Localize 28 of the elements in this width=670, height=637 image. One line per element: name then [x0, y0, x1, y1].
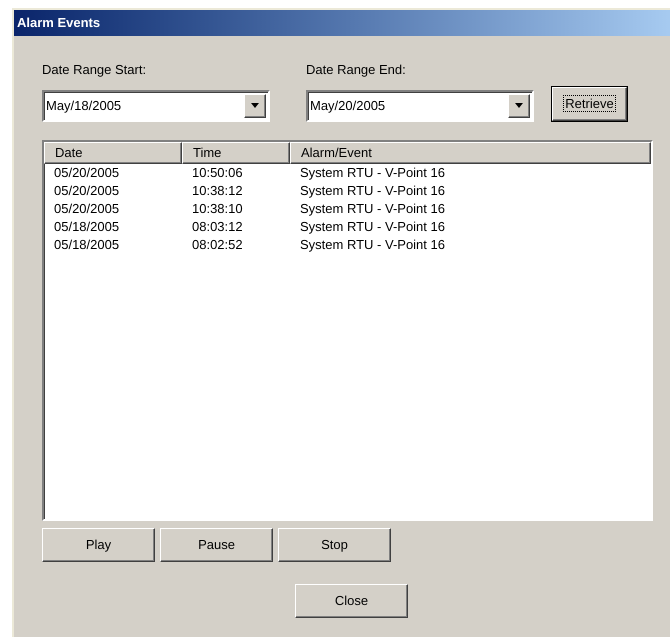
close-button[interactable]: Close: [295, 584, 408, 618]
playback-button[interactable]: Pause: [160, 528, 273, 562]
table-cell-text: 10:50:06: [191, 164, 244, 182]
table-cell-text: System RTU - V-Point 16: [299, 164, 446, 182]
date-dropdown[interactable]: May/20/2005: [306, 90, 534, 122]
table-cell-text: 05/18/2005: [53, 218, 120, 236]
field-label: Date Range End:: [306, 61, 407, 79]
table-cell-text: 05/18/2005: [53, 236, 120, 254]
table-cell-text: System RTU - V-Point 16: [299, 218, 446, 236]
column-header[interactable]: Time: [182, 142, 290, 164]
column-header[interactable]: Date: [44, 142, 182, 164]
table-cell-text: 05/20/2005: [53, 164, 120, 182]
field-label: Date Range Start:: [42, 61, 148, 79]
playback-button[interactable]: Stop: [278, 528, 391, 562]
retrieve-button[interactable]: Retrieve: [552, 86, 627, 120]
date-dropdown[interactable]: May/18/2005: [42, 90, 270, 122]
table-cell-text: System RTU - V-Point 16: [299, 236, 446, 254]
table-cell-text: System RTU - V-Point 16: [299, 182, 446, 200]
table-cell-text: 10:38:10: [191, 200, 244, 218]
window-title: Alarm Events: [17, 14, 100, 32]
table-cell-text: 05/20/2005: [53, 200, 120, 218]
table-cell-text: 08:03:12: [191, 218, 244, 236]
column-header[interactable]: Alarm/Event: [290, 142, 651, 164]
playback-button[interactable]: Play: [42, 528, 155, 562]
table-cell-text: 05/20/2005: [53, 182, 120, 200]
table-cell-text: 10:38:12: [191, 182, 244, 200]
table-cell-text: 08:02:52: [191, 236, 244, 254]
table-cell-text: System RTU - V-Point 16: [299, 200, 446, 218]
